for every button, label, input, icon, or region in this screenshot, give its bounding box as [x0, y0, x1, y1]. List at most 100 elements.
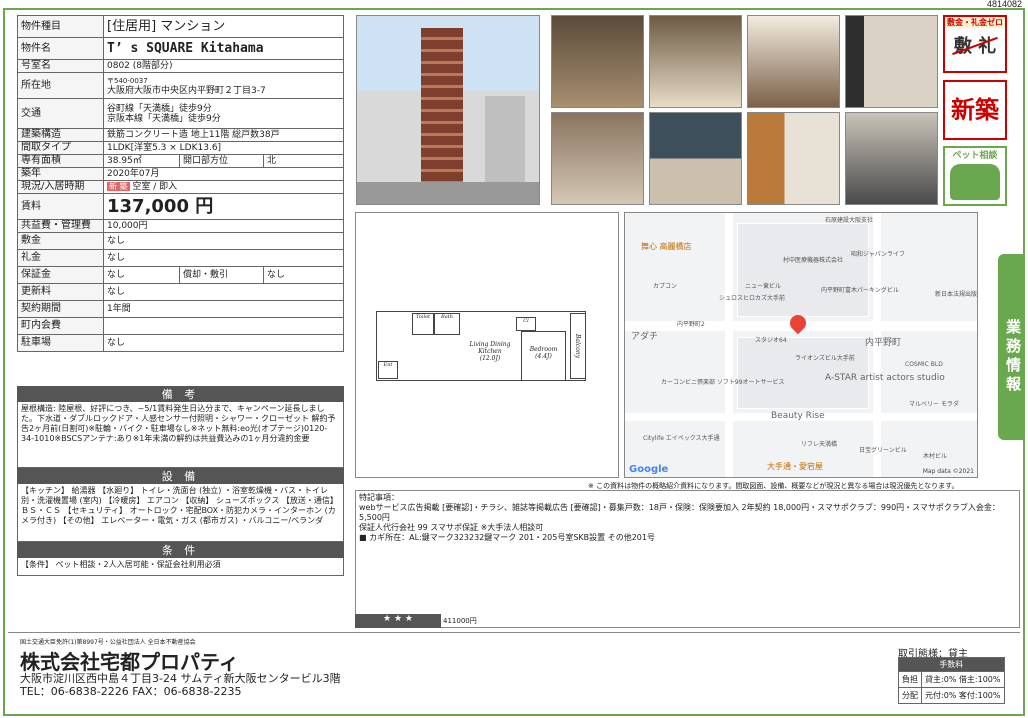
amort-label: 償却・敷引	[179, 266, 264, 284]
new-badge: 新 築	[107, 182, 130, 191]
key-money-value: なし	[103, 249, 344, 267]
parking-value: なし	[103, 334, 344, 352]
plan-entrance: Ent	[378, 361, 398, 379]
map-label: カプコン	[653, 283, 678, 290]
map-label: 石原建設大阪支社	[825, 217, 874, 224]
no-deposit-icon: 敷金・礼金ゼロ 敷 礼	[943, 15, 1007, 73]
equipment-text: 【キッチン】 給湯器 【水廻り】 トイレ・洗面台 (独立) ・浴室乾燥機・バス・…	[17, 484, 344, 542]
map-label: 木村ビル	[923, 453, 948, 460]
footer-divider	[8, 632, 1020, 633]
pet-friendly-icon: ペット相談	[943, 146, 1007, 206]
map-street-label: 内平野町	[865, 338, 902, 348]
split-value: 元付:0% 客付:100%	[921, 687, 1005, 704]
address-value: 大阪府大阪市中央区内平野町２丁目3-7	[107, 85, 266, 96]
photo-bedroom[interactable]	[747, 112, 840, 205]
photo-washbasin[interactable]	[747, 15, 840, 108]
contract-value: 1年間	[103, 300, 344, 318]
direction-label: 開口部方位	[179, 154, 264, 168]
plan-bath: Bath	[434, 313, 460, 335]
renewal-label: 更新料	[17, 283, 104, 301]
address-label: 所在地	[17, 72, 104, 99]
remarks-text: 屋根構造: 陸屋根、好評につき、~5/1賃料発生日込分まで、キャンペーン延長しま…	[17, 402, 344, 468]
transport-label: 交通	[17, 98, 104, 129]
pet-silhouette-icon	[950, 164, 1000, 200]
photo-entrance-hall[interactable]	[551, 15, 644, 108]
map-label: Citylife エイペックス大手通	[643, 435, 720, 442]
status-cell: 新 築 空室 / 即入	[103, 180, 344, 194]
room-label: 号室名	[17, 59, 104, 73]
built-label: 築年	[17, 167, 104, 181]
amort-value: なし	[263, 266, 344, 284]
commission-header: 手数料	[898, 657, 1005, 672]
address-cell: 〒540-0037 大阪府大阪市中央区内平野町２丁目3-7	[103, 72, 344, 99]
built-value: 2020年07月	[103, 167, 344, 181]
burden-label: 負担	[898, 671, 922, 688]
company-phone[interactable]: TEL：06-6838-2226 FAX：06-6838-2235	[20, 683, 242, 699]
photo-kitchen[interactable]	[551, 112, 644, 205]
map-label: リフレ天満橋	[801, 441, 838, 448]
photo-toilet[interactable]	[649, 15, 742, 108]
layout-label: 間取タイプ	[17, 141, 104, 155]
map-label: ライオンズビル大手前	[795, 355, 855, 362]
map-label: 内平野町富木パーキングビル	[821, 287, 899, 294]
key-money-label: 礼金	[17, 249, 104, 267]
fee-value: 10,000円	[103, 219, 344, 233]
deposit-label: 敷金	[17, 232, 104, 250]
location-map[interactable]: 石原建設大阪支社 昭和ジャパンライフ 舞心 高麗橋店 村中医療機器株式会社 ニュ…	[624, 212, 978, 478]
rent-value: 137,000 円	[103, 193, 344, 220]
equipment-title: 設 備	[17, 468, 344, 484]
license-info: 国土交通大臣免許(1)第8997号・公益社団法人 全日本不動産協会	[20, 639, 196, 646]
map-label: カーコンビニ倶楽部 ソフト99オートサービス	[661, 379, 785, 386]
rent-label: 賃料	[17, 193, 104, 220]
map-label: 昭和ジャパンライフ	[851, 251, 906, 258]
map-road-north-south-1	[725, 213, 733, 477]
layout-value: 1LDK[洋室5.3 × LDK13.6]	[103, 141, 344, 155]
no-deposit-label: 敷金・礼金ゼロ	[945, 17, 1005, 28]
map-block	[737, 223, 869, 317]
map-label: 村中医療機器株式会社	[783, 257, 844, 264]
map-label: 新日本法規出版大阪支社	[935, 291, 978, 298]
special-notes-line-2: 保証人代行会社 99 スマサポ保証 ※大手法人相談可	[359, 523, 544, 532]
contract-label: 契約期間	[17, 300, 104, 318]
remarks-section: 備 考 屋根構造: 陸屋根、好評につき、~5/1賃料発生日込分まで、キャンペーン…	[17, 386, 344, 576]
bedroom-size: (4.4J)	[535, 353, 552, 360]
special-notes: 特記事項： webサービス広告掲載 [要確認]・チラシ、雑誌等掲載広告 [要確認…	[355, 490, 1020, 628]
no-deposit-mark: 敷 礼	[945, 32, 1005, 58]
plan-bedroom: Bedroom (4.4J)	[521, 331, 566, 381]
rating-stars: ★ ★ ★	[355, 614, 441, 628]
new-build-icon: 新築	[943, 80, 1007, 140]
plan-balcony: Balcony	[570, 313, 586, 379]
structure-label: 建築構造	[17, 128, 104, 142]
map-label: アダチ	[631, 332, 659, 342]
map-label: Beauty Rise	[771, 411, 825, 421]
photo-balcony[interactable]	[845, 112, 938, 205]
postal-code: 〒540-0037	[107, 76, 148, 85]
floor-plan[interactable]: Toilet Bath Ent Cl Living Dining Kitchen…	[355, 212, 619, 478]
map-label: ニュー東ビル	[745, 283, 782, 290]
transport-cell: 谷町線「天満橋」徒歩9分 京阪本線「天満橋」徒歩9分	[103, 98, 344, 129]
property-name: T’ s SQUARE Kitahama	[103, 37, 344, 60]
status-label: 現況/入居時期	[17, 180, 104, 194]
conditions-title: 条 件	[17, 542, 344, 558]
photo-living-room[interactable]	[649, 112, 742, 205]
map-label: スタジオ64	[755, 337, 787, 344]
plan-toilet: Toilet	[412, 313, 434, 335]
ad-fee: 411000円	[443, 617, 477, 625]
property-info-table: 物件種目 [住居用] マンション 物件名 T’ s SQUARE Kitahama …	[17, 15, 344, 352]
business-info-tab[interactable]: 業務情報	[998, 254, 1024, 440]
conditions-text: 【条件】 ペット相談・2人入居可能・保証会社利用必須	[17, 558, 344, 576]
pet-label: ペット相談	[952, 151, 998, 161]
document-number: 4814082	[986, 0, 1022, 9]
special-notes-line-1: webサービス広告掲載 [要確認]・チラシ、雑誌等掲載広告 [要確認]・募集戸数…	[359, 503, 1000, 522]
special-notes-title: 特記事項：	[359, 493, 399, 502]
name-label: 物件名	[17, 37, 104, 60]
building-exterior-photo[interactable]	[356, 15, 540, 205]
special-notes-line-3: ■ カギ所在：AL:鍵マーク323232鍵マーク 201・205号室SKB設置 …	[359, 533, 655, 542]
status-value: 空室 / 即入	[132, 182, 178, 192]
plan-ldk: Living Dining Kitchen (12.0J)	[460, 331, 520, 381]
burden-value: 貸主:0% 借主:100%	[921, 671, 1005, 688]
split-label: 分配	[898, 687, 922, 704]
area-value: 38.95㎡	[103, 154, 180, 168]
renewal-value: なし	[103, 283, 344, 301]
photo-bathroom[interactable]	[845, 15, 938, 108]
